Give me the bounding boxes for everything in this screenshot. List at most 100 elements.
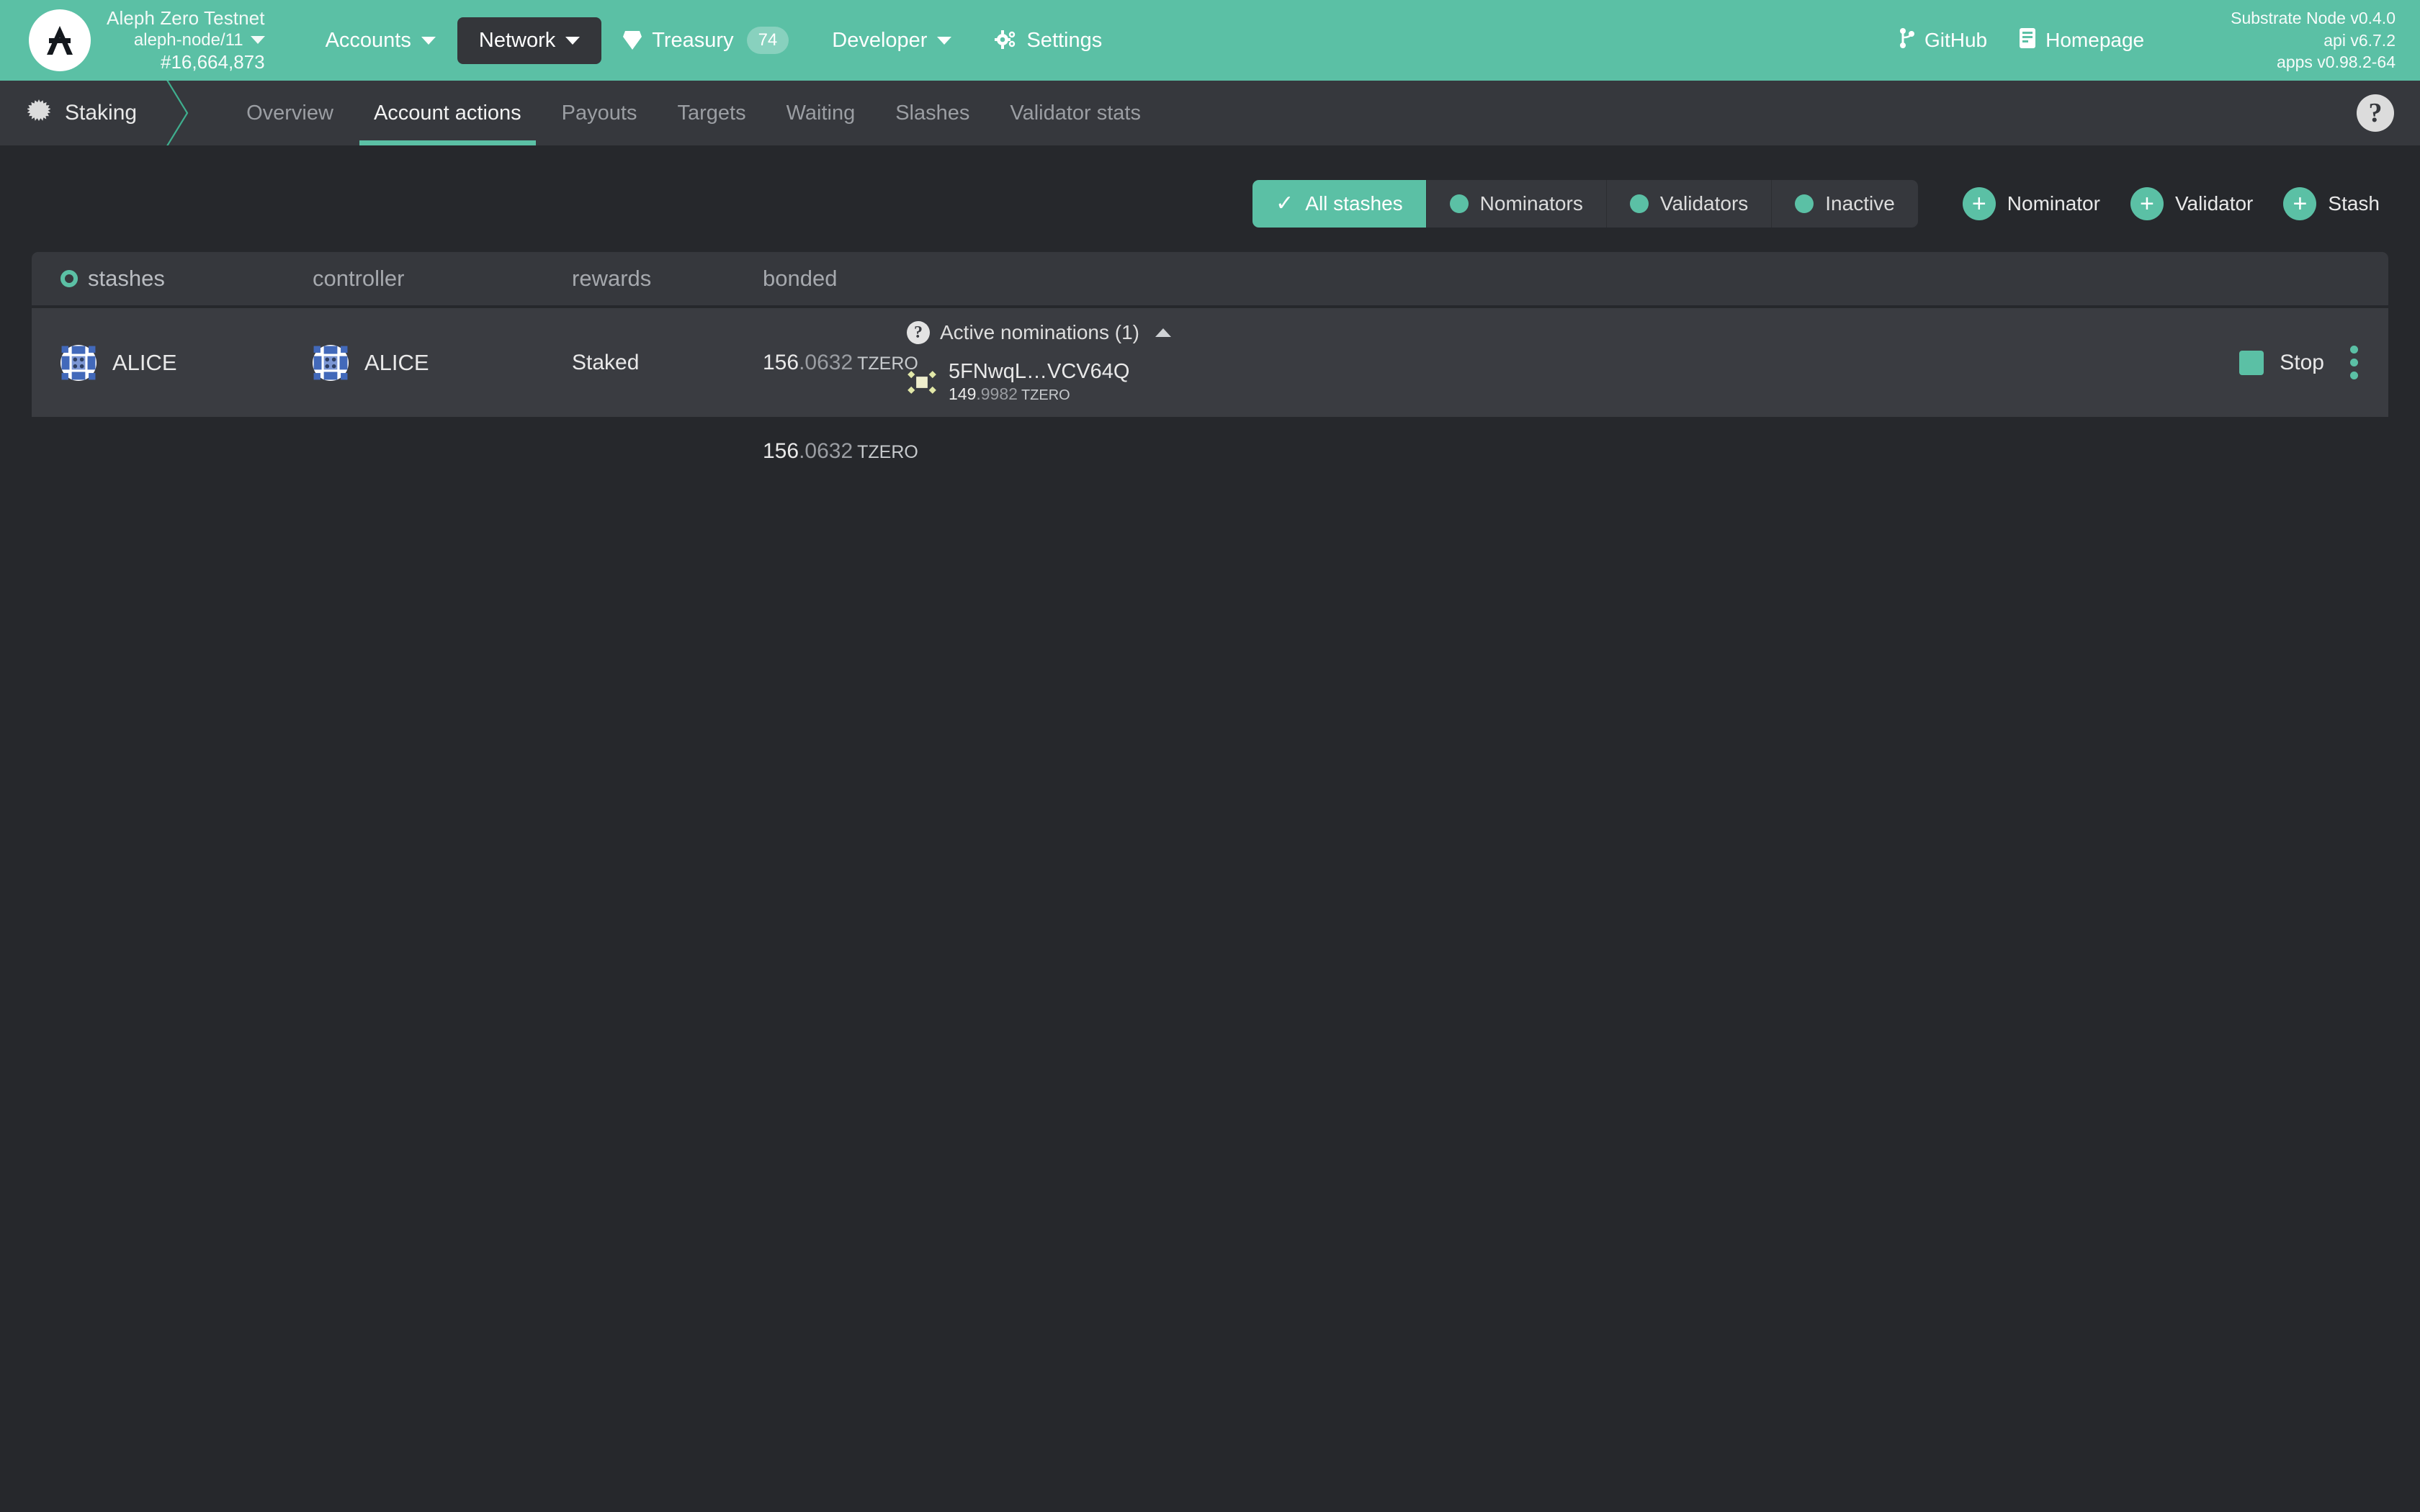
node-version: Substrate Node v0.4.0 (2231, 8, 2396, 27)
tab-payouts[interactable]: Payouts (542, 81, 658, 145)
identicon-yellow (907, 366, 937, 397)
column-header-label: controller (313, 266, 405, 291)
tab-overview[interactable]: Overview (226, 81, 354, 145)
column-header-label: bonded (763, 266, 838, 291)
column-header-rewards: rewards (572, 266, 763, 292)
filter-nominators[interactable]: Nominators (1426, 180, 1607, 228)
external-link-label: Homepage (2045, 29, 2145, 51)
add-button-label: Nominator (2007, 192, 2100, 215)
nomination-amount: 149.9982 TZERO (949, 384, 1129, 404)
filter-all-stashes[interactable]: ✓ All stashes (1252, 180, 1427, 228)
check-icon: ✓ (1276, 192, 1294, 215)
nav-item-label: Developer (832, 28, 928, 52)
api-version: api v6.7.2 (2323, 30, 2396, 50)
table-footer-row: 156.0632 TZERO (32, 417, 2388, 486)
identicon-blue (60, 344, 97, 381)
filter-validators[interactable]: Validators (1606, 180, 1773, 228)
plus-icon: + (2130, 187, 2164, 220)
add-nominator-button[interactable]: + Nominator (1954, 183, 2109, 225)
nomination-list-item[interactable]: 5FNwqL…VCV64Q 149.9982 TZERO (907, 360, 2239, 404)
nomination-amount-decimals: .9982 (976, 384, 1018, 404)
nav-item-developer[interactable]: Developer (810, 17, 973, 64)
add-validator-button[interactable]: + Validator (2122, 183, 2262, 225)
column-header-label: stashes (88, 266, 165, 291)
top-navigation-bar: Aleph Zero Testnet aleph-node/11 #16,664… (0, 0, 2420, 81)
node-name: aleph-node/11 (133, 30, 243, 50)
kebab-menu-icon[interactable] (2346, 341, 2362, 384)
nav-item-label: Settings (1026, 28, 1103, 52)
chevron-down-icon (250, 36, 265, 45)
tab-slashes[interactable]: Slashes (875, 81, 990, 145)
external-links: GitHub Homepage (1899, 27, 2144, 54)
homepage-link[interactable]: Homepage (2019, 27, 2144, 54)
node-selector[interactable]: aleph-node/11 (134, 30, 265, 50)
cell-stash-account[interactable]: ALICE (60, 344, 313, 381)
diamond-icon (623, 30, 642, 51)
bonded-decimals: .0632 (799, 350, 853, 374)
plus-icon: + (2283, 187, 2317, 220)
cell-controller-account[interactable]: ALICE (313, 344, 572, 381)
github-branch-icon (1899, 27, 1915, 54)
add-button-label: Validator (2174, 192, 2254, 215)
chevron-down-icon (565, 36, 581, 45)
server-icon (2019, 27, 2036, 54)
column-header-bonded: bonded (763, 266, 907, 292)
gears-icon (995, 30, 1016, 50)
active-nominations-toggle[interactable]: ? Active nominations (1) (907, 321, 2239, 344)
stop-button-label: Stop (2280, 350, 2324, 374)
block-number: #16,664,873 (160, 50, 265, 73)
breadcrumb-label: Staking (65, 101, 138, 125)
nav-item-accounts[interactable]: Accounts (304, 17, 457, 64)
filter-label: Nominators (1479, 192, 1583, 215)
plus-icon: + (1962, 187, 1996, 220)
stash-account-name: ALICE (112, 349, 177, 375)
cell-active-nominations: ? Active nominations (1) 5FNwqL…VCV64Q 1… (907, 308, 2239, 417)
dot-icon (1449, 194, 1469, 213)
nav-item-network[interactable]: Network (457, 17, 602, 64)
tab-label: Validator stats (1010, 101, 1141, 125)
tab-validator-stats[interactable]: Validator stats (990, 81, 1161, 145)
breadcrumb-chevron-icon (156, 81, 199, 145)
tab-label: Overview (246, 101, 333, 125)
question-mark-icon[interactable]: ? (907, 321, 930, 344)
dot-icon (1629, 194, 1649, 213)
tab-targets[interactable]: Targets (657, 81, 766, 145)
column-header-controller: controller (313, 266, 572, 292)
tab-label: Targets (677, 101, 746, 125)
nav-item-settings[interactable]: Settings (973, 17, 1124, 64)
add-button-label: Stash (2328, 192, 2380, 215)
tab-waiting[interactable]: Waiting (766, 81, 876, 145)
filter-inactive[interactable]: Inactive (1772, 180, 1918, 228)
filter-label: Inactive (1825, 192, 1895, 215)
chain-name: Aleph Zero Testnet (107, 6, 265, 29)
section-tab-bar: Staking Overview Account actions Payouts… (0, 81, 2420, 145)
nomination-amount-unit: TZERO (1021, 387, 1070, 404)
total-whole: 156 (763, 439, 799, 464)
nav-item-label: Accounts (325, 28, 411, 52)
total-bonded-amount: 156.0632 TZERO (763, 439, 918, 464)
total-unit: TZERO (857, 442, 918, 463)
stashes-table: stashes controller rewards bonded ALICE … (32, 252, 2388, 486)
version-info: Substrate Node v0.4.0 api v6.7.2 apps v0… (2231, 7, 2396, 73)
nav-item-treasury[interactable]: Treasury 74 (601, 15, 810, 66)
tab-account-actions[interactable]: Account actions (354, 81, 542, 145)
add-stash-button[interactable]: + Stash (2275, 183, 2388, 225)
column-header-label: rewards (572, 266, 652, 291)
aleph-zero-logo-icon[interactable] (29, 9, 91, 71)
filter-toolbar: ✓ All stashes Nominators Validators Inac… (32, 145, 2388, 252)
brand-block: Aleph Zero Testnet aleph-node/11 #16,664… (29, 7, 269, 74)
nomination-amount-whole: 149 (949, 384, 977, 404)
table-header-row: stashes controller rewards bonded (32, 252, 2388, 305)
cell-row-actions: Stop (2239, 341, 2388, 384)
identicon-blue (313, 344, 349, 381)
breadcrumb: Staking (0, 81, 156, 145)
stop-button[interactable]: Stop (2239, 350, 2324, 375)
help-icon[interactable]: ? (2357, 94, 2394, 132)
main-content: ✓ All stashes Nominators Validators Inac… (0, 145, 2420, 486)
treasury-count-badge: 74 (746, 27, 789, 54)
column-header-stashes[interactable]: stashes (60, 266, 313, 292)
dot-icon (1795, 194, 1814, 213)
tab-label: Account actions (373, 101, 521, 125)
github-link[interactable]: GitHub (1899, 27, 1987, 54)
bonded-amount: 156.0632 TZERO (763, 351, 918, 375)
